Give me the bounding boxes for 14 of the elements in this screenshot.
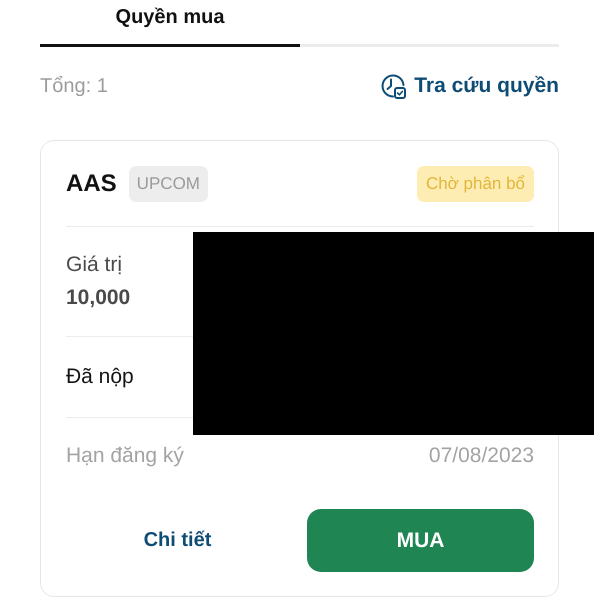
lookup-link[interactable]: Tra cứu quyền	[380, 73, 559, 99]
field-value: 10,000	[66, 285, 130, 311]
exchange-tag: UPCOM	[128, 166, 208, 202]
field-value: 07/08/2023	[428, 443, 534, 469]
total-count: Tổng: 1	[40, 74, 108, 98]
stock-symbol: AAS	[66, 170, 117, 198]
field-label: Giá trị	[66, 252, 122, 278]
status-tag: Chờ phân bổ	[416, 166, 534, 202]
details-button[interactable]: Chi tiết	[66, 509, 289, 572]
field-label: Hạn đăng ký	[66, 443, 184, 469]
clock-check-icon	[380, 73, 406, 99]
tab[interactable]: Quyền mua	[40, 0, 300, 47]
field-label: Đã nộp	[66, 364, 134, 390]
buy-button[interactable]: MUA	[307, 509, 534, 572]
